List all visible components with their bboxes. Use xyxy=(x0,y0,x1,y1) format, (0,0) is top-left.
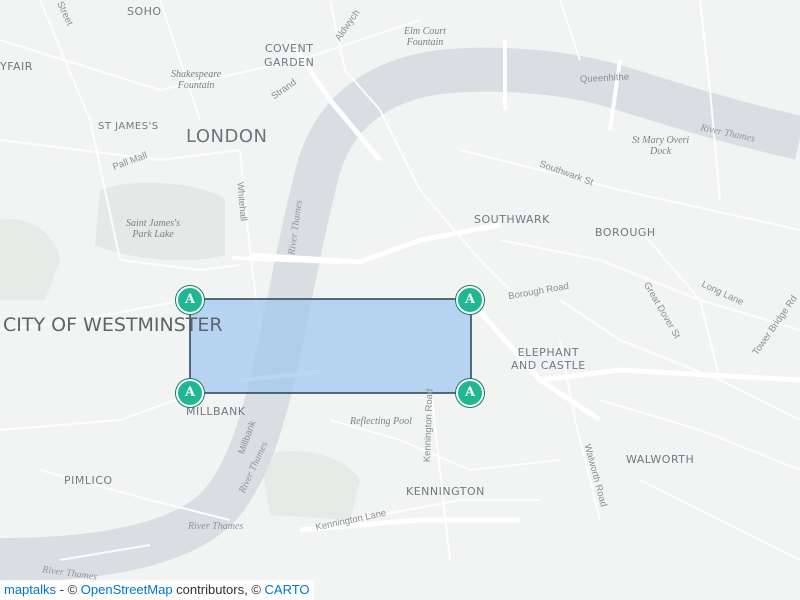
polygon-vertex-handle[interactable]: A xyxy=(456,286,484,314)
attribution-contributors-text: contributors, © xyxy=(172,582,265,597)
carto-link[interactable]: CARTO xyxy=(265,582,310,597)
polygon-vertex-handle[interactable]: A xyxy=(176,286,204,314)
openstreetmap-link[interactable]: OpenStreetMap xyxy=(81,582,173,597)
maptalks-link[interactable]: maptalks xyxy=(4,582,56,597)
polygon-vertex-handle[interactable]: A xyxy=(176,379,204,407)
drawn-polygon[interactable] xyxy=(189,298,472,394)
polygon-vertex-handle[interactable]: A xyxy=(456,379,484,407)
basemap xyxy=(0,0,800,600)
map[interactable]: SOHO YFAIR COVENT GARDEN ST JAMES'S LOND… xyxy=(0,0,800,600)
attribution-bar: maptalks - © OpenStreetMap contributors,… xyxy=(0,580,314,600)
attribution-separator: - © xyxy=(56,582,81,597)
